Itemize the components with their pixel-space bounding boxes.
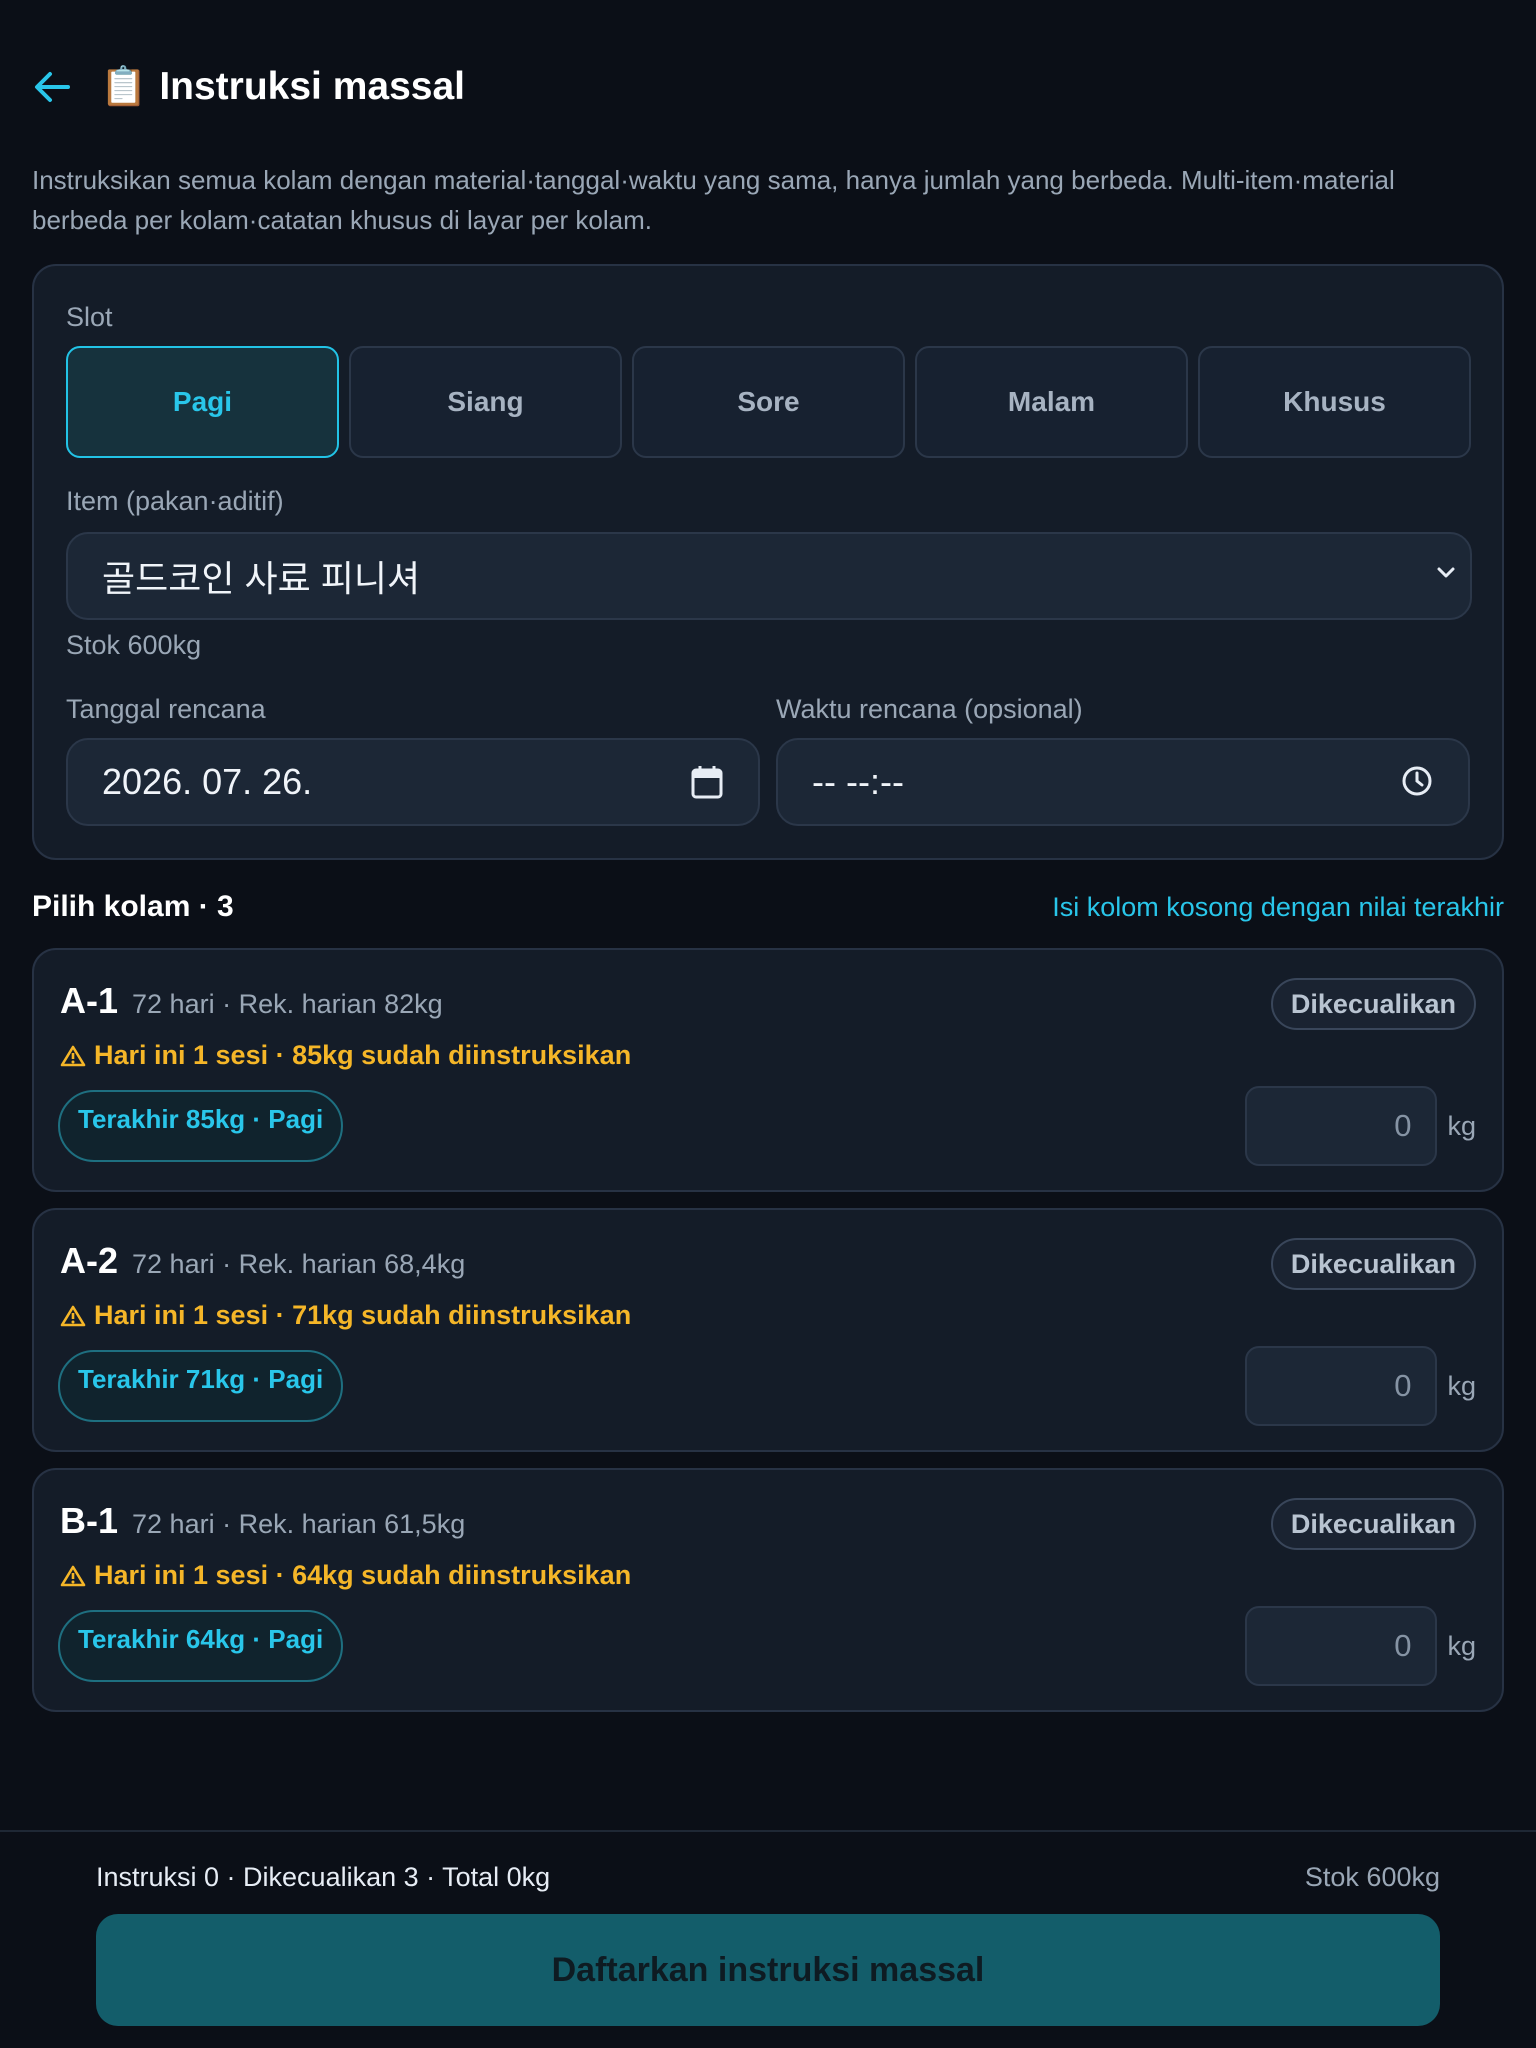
page-description: Instruksikan semua kolam dengan material… — [32, 165, 1395, 235]
clock-icon[interactable] — [1400, 764, 1434, 798]
arrow-left-icon — [35, 72, 70, 102]
pond-section-title: Pilih kolam · 3 — [32, 890, 234, 923]
excluded-toggle[interactable]: Dikecualikan — [1270, 1498, 1476, 1550]
pond-card: B-1 72 hari · Rek. harian 61,5kg Dikecua… — [32, 1468, 1504, 1712]
pond-warning: Hari ini 1 sesi · 64kg sudah diinstruksi… — [60, 1560, 631, 1591]
header: 📋 Instruksi massal — [32, 62, 465, 112]
slot-button-pagi[interactable]: Pagi — [66, 346, 339, 458]
pond-meta: 72 hari · Rek. harian 68,4kg — [132, 1249, 466, 1279]
slot-button-siang[interactable]: Siang — [349, 346, 622, 458]
warning-icon — [60, 1564, 86, 1588]
submit-bulk-button[interactable]: Daftarkan instruksi massal — [96, 1914, 1440, 2026]
date-input[interactable]: 2026. 07. 26. — [66, 738, 760, 826]
page-title: Instruksi massal — [159, 65, 465, 108]
qty-input[interactable]: 0 — [1245, 1606, 1438, 1686]
item-select[interactable]: 골드코인 사료 피니셔 — [66, 532, 1472, 620]
pond-meta: 72 hari · Rek. harian 61,5kg — [132, 1509, 466, 1539]
warning-icon — [60, 1044, 86, 1068]
excluded-toggle[interactable]: Dikecualikan — [1270, 978, 1476, 1030]
pond-card: A-2 72 hari · Rek. harian 68,4kg Dikecua… — [32, 1208, 1504, 1452]
pond-warning-text: Hari ini 1 sesi · 71kg sudah diinstruksi… — [94, 1300, 632, 1330]
qty-unit: kg — [1447, 1630, 1476, 1661]
item-label: Item (pakan·aditif) — [66, 486, 284, 516]
last-value-chip[interactable]: Terakhir 85kg · Pagi — [58, 1090, 344, 1162]
last-value-chip[interactable]: Terakhir 64kg · Pagi — [58, 1610, 344, 1682]
chevron-down-icon — [1437, 567, 1455, 578]
pond-name: A-2 — [60, 1240, 119, 1281]
footer-bar: Instruksi 0 · Dikecualikan 3 · Total 0kg… — [0, 1830, 1536, 2048]
fill-empty-link[interactable]: Isi kolom kosong dengan nilai terakhir — [1052, 892, 1504, 923]
slot-button-malam[interactable]: Malam — [915, 346, 1188, 458]
slot-label: Slot — [66, 302, 113, 332]
clipboard-icon: 📋 — [100, 66, 148, 108]
pond-warning-text: Hari ini 1 sesi · 85kg sudah diinstruksi… — [94, 1040, 632, 1070]
time-value: -- --:-- — [812, 761, 904, 802]
qty-group: 0 kg — [1245, 1346, 1476, 1426]
pond-card: A-1 72 hari · Rek. harian 82kg Dikecuali… — [32, 948, 1504, 1192]
bulk-form-card: Slot Pagi Siang Sore Malam Khusus Item (… — [32, 264, 1504, 860]
qty-unit: kg — [1447, 1110, 1476, 1141]
pond-warning: Hari ini 1 sesi · 85kg sudah diinstruksi… — [60, 1040, 631, 1071]
excluded-toggle[interactable]: Dikecualikan — [1270, 1238, 1476, 1290]
slot-button-sore[interactable]: Sore — [632, 346, 905, 458]
stock-note: Stok 600kg — [66, 630, 202, 660]
date-label: Tanggal rencana — [66, 694, 266, 724]
pond-warning: Hari ini 1 sesi · 71kg sudah diinstruksi… — [60, 1300, 631, 1331]
summary-text: Instruksi 0 · Dikecualikan 3 · Total 0kg — [96, 1862, 551, 1892]
qty-input[interactable]: 0 — [1245, 1086, 1438, 1166]
slot-selector: Pagi Siang Sore Malam Khusus — [66, 346, 1471, 458]
date-value: 2026. 07. 26. — [102, 761, 313, 802]
qty-input[interactable]: 0 — [1245, 1346, 1438, 1426]
pond-name: B-1 — [60, 1500, 119, 1541]
calendar-icon[interactable] — [690, 764, 724, 800]
pond-warning-text: Hari ini 1 sesi · 64kg sudah diinstruksi… — [94, 1560, 632, 1590]
back-button[interactable] — [32, 62, 88, 112]
pond-name: A-1 — [60, 980, 119, 1021]
pond-meta: 72 hari · Rek. harian 82kg — [132, 989, 443, 1019]
last-value-chip[interactable]: Terakhir 71kg · Pagi — [58, 1350, 344, 1422]
qty-unit: kg — [1447, 1370, 1476, 1401]
time-label: Waktu rencana (opsional) — [776, 694, 1083, 724]
warning-icon — [60, 1304, 86, 1328]
qty-group: 0 kg — [1245, 1086, 1476, 1166]
qty-group: 0 kg — [1245, 1606, 1476, 1686]
time-input[interactable]: -- --:-- — [776, 738, 1470, 826]
item-select-value: 골드코인 사료 피니셔 — [102, 558, 421, 599]
slot-button-khusus[interactable]: Khusus — [1198, 346, 1471, 458]
footer-stock: Stok 600kg — [1304, 1862, 1440, 1892]
